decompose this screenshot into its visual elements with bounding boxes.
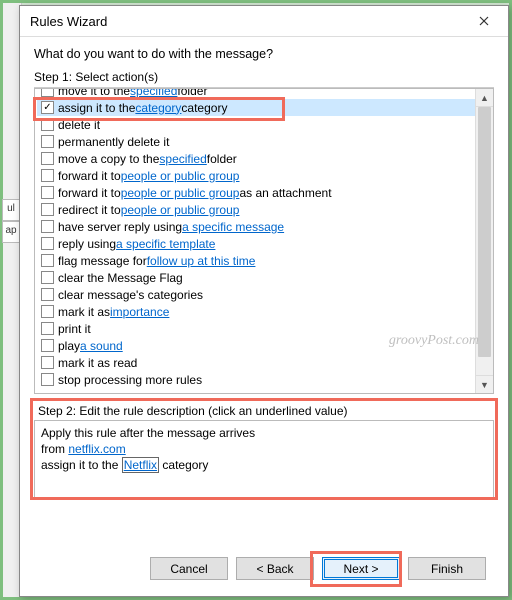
rules-wizard-dialog: Rules Wizard What do you want to do with… <box>19 5 509 597</box>
action-row[interactable]: have server reply using a specific messa… <box>37 218 475 235</box>
desc-line2-pre: from <box>41 442 68 456</box>
action-checkbox[interactable] <box>41 254 54 267</box>
action-text-post: as an attachment <box>239 186 331 200</box>
action-checkbox[interactable] <box>41 237 54 250</box>
dialog-title: Rules Wizard <box>30 14 107 29</box>
back-button[interactable]: < Back <box>236 557 314 580</box>
action-checkbox[interactable] <box>41 135 54 148</box>
action-row[interactable]: redirect it to people or public group <box>37 201 475 218</box>
desc-line3-pre: assign it to the <box>41 458 122 472</box>
action-link[interactable]: people or public group <box>121 186 240 200</box>
action-row[interactable]: clear the Message Flag <box>37 269 475 286</box>
action-checkbox[interactable] <box>41 203 54 216</box>
action-row[interactable]: stop processing more rules <box>37 371 475 388</box>
action-text-pre: mark it as read <box>58 356 137 370</box>
action-row[interactable]: print it <box>37 320 475 337</box>
action-text-pre: stop processing more rules <box>58 373 202 387</box>
action-row[interactable]: clear message's categories <box>37 286 475 303</box>
action-row[interactable]: flag message for follow up at this time <box>37 252 475 269</box>
action-row[interactable]: mark it as importance <box>37 303 475 320</box>
action-checkbox[interactable] <box>41 186 54 199</box>
action-checkbox[interactable] <box>41 339 54 352</box>
bg-tab-2: ap <box>2 221 20 243</box>
desc-line-1: Apply this rule after the message arrive… <box>41 425 487 441</box>
desc-from-link[interactable]: netflix.com <box>68 442 125 456</box>
action-text-pre: forward it to <box>58 186 121 200</box>
action-text-pre: assign it to the <box>58 101 135 115</box>
action-row[interactable]: play a sound <box>37 337 475 354</box>
action-text-pre: print it <box>58 322 91 336</box>
scrollbar[interactable]: ▲ ▼ <box>475 89 493 393</box>
button-row: Cancel < Back Next > Finish <box>34 543 494 586</box>
scroll-up-icon[interactable]: ▲ <box>476 89 493 107</box>
action-row[interactable]: move a copy to the specified folder <box>37 150 475 167</box>
action-checkbox[interactable] <box>41 89 54 97</box>
action-text-pre: play <box>58 339 80 353</box>
action-row[interactable]: move it to the specified folder <box>37 89 475 99</box>
action-text-pre: clear message's categories <box>58 288 203 302</box>
desc-category-link[interactable]: Netflix <box>122 457 159 473</box>
action-text-pre: clear the Message Flag <box>58 271 183 285</box>
action-checkbox[interactable] <box>41 288 54 301</box>
action-text-pre: permanently delete it <box>58 135 169 149</box>
action-text-pre: redirect it to <box>58 203 121 217</box>
action-checkbox[interactable] <box>41 373 54 386</box>
action-text-post: folder <box>207 152 237 166</box>
bg-tab-1: ul <box>2 199 20 221</box>
next-button[interactable]: Next > <box>322 557 400 580</box>
close-icon <box>479 16 489 26</box>
action-checkbox[interactable] <box>41 118 54 131</box>
actions-listbox: move it to the specified folder ✓ assign i… <box>34 88 494 394</box>
desc-line3-post: category <box>159 458 208 472</box>
step1-label: Step 1: Select action(s) <box>34 67 494 88</box>
action-link[interactable]: a specific message <box>182 220 284 234</box>
action-text-pre: mark it as <box>58 305 110 319</box>
action-checkbox[interactable] <box>41 356 54 369</box>
action-text-pre: delete it <box>58 118 100 132</box>
titlebar: Rules Wizard <box>20 6 508 37</box>
action-checkbox[interactable] <box>41 169 54 182</box>
close-button[interactable] <box>464 9 504 33</box>
action-link[interactable]: follow up at this time <box>147 254 256 268</box>
action-text-post: category <box>181 101 227 115</box>
action-checkbox[interactable] <box>41 305 54 318</box>
desc-line-2: from netflix.com <box>41 441 487 457</box>
action-text-pre: flag message for <box>58 254 147 268</box>
action-link[interactable]: specified <box>130 89 177 98</box>
action-text-pre: move a copy to the <box>58 152 159 166</box>
action-row[interactable]: permanently delete it <box>37 133 475 150</box>
action-link[interactable]: a sound <box>80 339 123 353</box>
action-link[interactable]: category <box>135 101 181 115</box>
scroll-thumb[interactable] <box>478 107 491 357</box>
action-text-pre: forward it to <box>58 169 121 183</box>
scroll-down-icon[interactable]: ▼ <box>476 375 493 393</box>
action-link[interactable]: people or public group <box>121 203 240 217</box>
action-text-pre: have server reply using <box>58 220 182 234</box>
cancel-button[interactable]: Cancel <box>150 557 228 580</box>
action-checkbox[interactable] <box>41 322 54 335</box>
finish-button[interactable]: Finish <box>408 557 486 580</box>
action-link[interactable]: a specific template <box>116 237 215 251</box>
action-row[interactable]: reply using a specific template <box>37 235 475 252</box>
action-checkbox[interactable] <box>41 271 54 284</box>
rule-description-box: Apply this rule after the message arrive… <box>34 420 494 500</box>
action-row[interactable]: forward it to people or public group as … <box>37 184 475 201</box>
action-link[interactable]: importance <box>110 305 169 319</box>
action-checkbox[interactable] <box>41 152 54 165</box>
action-row[interactable]: delete it <box>37 116 475 133</box>
action-text-pre: reply using <box>58 237 116 251</box>
wizard-question: What do you want to do with the message? <box>34 47 494 61</box>
action-checkbox[interactable] <box>41 220 54 233</box>
action-link[interactable]: specified <box>159 152 206 166</box>
action-checkbox[interactable]: ✓ <box>41 101 54 114</box>
action-link[interactable]: people or public group <box>121 169 240 183</box>
action-text-post: folder <box>177 89 207 98</box>
action-text-pre: move it to the <box>58 89 130 98</box>
action-row[interactable]: forward it to people or public group <box>37 167 475 184</box>
desc-line-3: assign it to the Netflix category <box>41 457 487 473</box>
step2-label: Step 2: Edit the rule description (click… <box>34 402 494 420</box>
action-row[interactable]: ✓ assign it to the category category <box>37 99 475 116</box>
action-row[interactable]: mark it as read <box>37 354 475 371</box>
